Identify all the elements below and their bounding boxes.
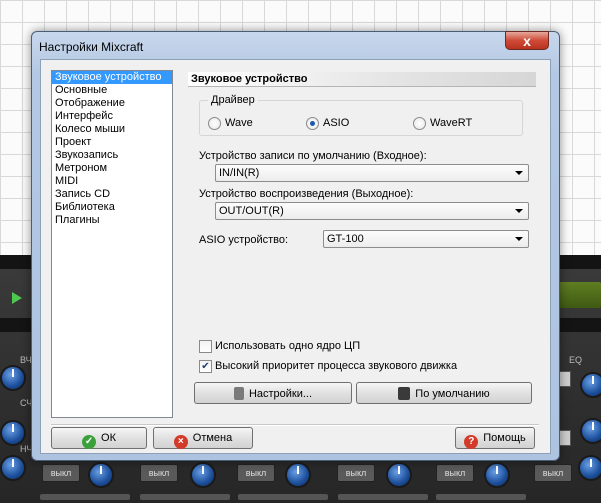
category-item-display[interactable]: Отображение (52, 97, 172, 110)
category-item-library[interactable]: Библиотека (52, 201, 172, 214)
fader-slot (436, 494, 526, 500)
category-item-project[interactable]: Проект (52, 136, 172, 149)
mute-button[interactable]: выкл (337, 464, 375, 482)
chevron-down-icon (515, 209, 523, 213)
checkbox-label: Высокий приоритет процесса звукового дви… (215, 360, 458, 372)
category-list[interactable]: Звуковое устройство Основные Отображение… (51, 70, 173, 418)
track-label: ВЧ (20, 355, 32, 365)
record-device-value: IN/IN(R) (219, 167, 260, 179)
settings-button-label: Настройки... (248, 388, 313, 400)
defaults-button-label: По умолчанию (415, 388, 490, 400)
category-item-general[interactable]: Основные (52, 84, 172, 97)
checkmark-icon: ✓ (82, 435, 97, 449)
record-device-select[interactable]: IN/IN(R) (215, 164, 529, 182)
radio-indicator[interactable] (413, 117, 426, 130)
checkbox-indicator[interactable]: ✔ (199, 360, 212, 373)
help-button-label: Помощь (483, 432, 526, 444)
asio-device-value: GT-100 (327, 233, 364, 245)
category-item-cd-burning[interactable]: Запись CD (52, 188, 172, 201)
category-item-recording[interactable]: Звукозапись (52, 149, 172, 162)
ok-button[interactable]: ✓ ОК (51, 427, 147, 449)
eq-knob[interactable] (580, 372, 601, 398)
pan-knob[interactable] (88, 462, 114, 488)
chevron-down-icon (515, 171, 523, 175)
checkbox-label: Использовать одно ядро ЦП (215, 340, 361, 352)
eq-label: EQ (569, 355, 583, 365)
settings-dialog: Настройки Mixcraft x Звуковое устройство… (31, 31, 560, 461)
defaults-button[interactable]: По умолчанию (356, 382, 532, 404)
checkbox-indicator[interactable] (199, 340, 212, 353)
radio-indicator[interactable] (306, 117, 319, 130)
asio-device-select[interactable]: GT-100 (323, 230, 529, 248)
radio-label: ASIO (323, 117, 350, 129)
playback-device-select[interactable]: OUT/OUT(R) (215, 202, 529, 220)
mute-button[interactable]: выкл (436, 464, 474, 482)
eq-knob[interactable] (0, 420, 26, 446)
mute-button[interactable]: выкл (237, 464, 275, 482)
dialog-client-area: Звуковое устройство Основные Отображение… (40, 59, 551, 454)
fader-slot (140, 494, 230, 500)
mute-button[interactable]: выкл (140, 464, 178, 482)
eq-knob[interactable] (0, 455, 26, 481)
category-item-interface[interactable]: Интерфейс (52, 110, 172, 123)
cancel-button[interactable]: × Отмена (153, 427, 253, 449)
cancel-button-label: Отмена (192, 432, 233, 444)
category-item-mouse-wheel[interactable]: Колесо мыши (52, 123, 172, 136)
settings-button[interactable]: Настройки... (194, 382, 352, 404)
device-settings-icon (233, 387, 244, 400)
fader-slot (238, 494, 328, 500)
category-item-metronome[interactable]: Метроном (52, 162, 172, 175)
eq-toggle[interactable] (559, 430, 571, 446)
meter-display (555, 282, 601, 308)
fader-slot (338, 494, 428, 500)
dialog-title: Настройки Mixcraft (39, 40, 144, 54)
section-heading: Звуковое устройство (188, 72, 536, 87)
radio-indicator[interactable] (208, 117, 221, 130)
mute-button[interactable]: выкл (534, 464, 572, 482)
ok-button-label: ОК (101, 432, 116, 444)
chevron-down-icon (515, 237, 523, 241)
eq-knob[interactable] (580, 418, 601, 444)
category-item-sound-device[interactable]: Звуковое устройство (52, 71, 172, 84)
playback-device-value: OUT/OUT(R) (219, 205, 284, 217)
pan-knob[interactable] (190, 462, 216, 488)
footer-separator (51, 424, 539, 426)
play-icon[interactable] (12, 292, 22, 304)
pan-knob[interactable] (285, 462, 311, 488)
eq-knob[interactable] (0, 365, 26, 391)
help-button[interactable]: ? Помощь (455, 427, 535, 449)
driver-group: Драйвер Wave ASIO WaveRT (199, 94, 523, 136)
radio-label: WaveRT (430, 117, 473, 129)
mute-button[interactable]: выкл (42, 464, 80, 482)
asio-device-label: ASIO устройство: (199, 234, 289, 246)
speaker-icon (398, 387, 411, 400)
eq-toggle[interactable] (559, 371, 571, 387)
category-item-plugins[interactable]: Плагины (52, 214, 172, 227)
category-item-midi[interactable]: MIDI (52, 175, 172, 188)
close-icon: x (523, 33, 531, 49)
eq-knob[interactable] (578, 455, 601, 481)
playback-device-label: Устройство воспроизведения (Выходное): (199, 188, 414, 200)
record-device-label: Устройство записи по умолчанию (Входное)… (199, 150, 427, 162)
help-icon: ? (464, 435, 479, 449)
cancel-icon: × (173, 435, 188, 449)
fader-slot (40, 494, 130, 500)
close-button[interactable]: x (505, 31, 549, 50)
radio-label: Wave (225, 117, 253, 129)
driver-legend: Драйвер (208, 94, 258, 106)
pan-knob[interactable] (484, 462, 510, 488)
pan-knob[interactable] (386, 462, 412, 488)
